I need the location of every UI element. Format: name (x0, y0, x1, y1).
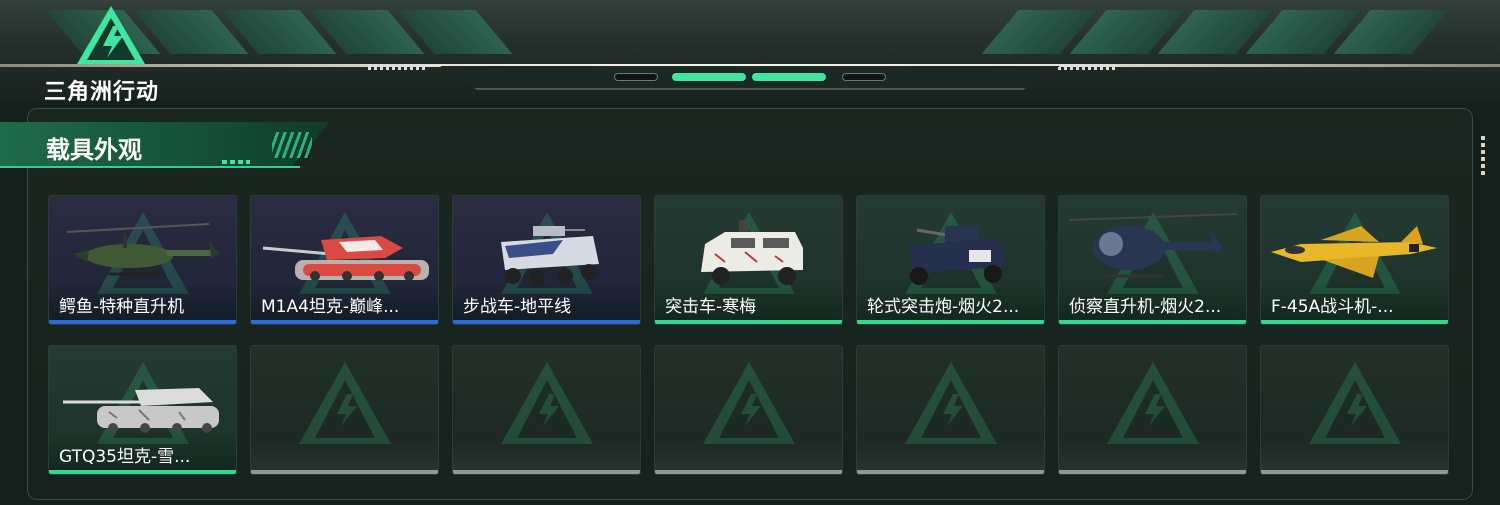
vehicle-card[interactable]: M1A4坦克-巅峰... (250, 195, 439, 325)
rarity-bar (857, 320, 1044, 324)
vehicle-name: 鳄鱼-特种直升机 (59, 297, 185, 317)
logo-text: 三角洲行动 (44, 80, 160, 105)
empty-slot[interactable] (452, 345, 641, 475)
vehicle-card[interactable]: 侦察直升机-烟火2... (1058, 195, 1247, 325)
vehicle-name: 侦察直升机-烟火2... (1069, 297, 1222, 317)
rarity-bar (1059, 320, 1246, 324)
page-indicator-2[interactable] (672, 73, 746, 81)
watermark-logo-icon (1308, 362, 1401, 444)
hud-ticks-left (368, 64, 428, 70)
hud-ticks-right (1058, 64, 1118, 70)
watermark-logo-icon (500, 362, 593, 444)
slot-bar (251, 470, 438, 474)
empty-slot[interactable] (856, 345, 1045, 475)
empty-slot[interactable] (250, 345, 439, 475)
vehicle-name: M1A4坦克-巅峰... (261, 297, 400, 317)
page-indicator-3[interactable] (752, 73, 826, 81)
vehicle-card[interactable]: F-45A战斗机-... (1260, 195, 1449, 325)
vehicle-card[interactable]: GTQ35坦克-雪... (48, 345, 237, 475)
vehicle-name: GTQ35坦克-雪... (59, 447, 191, 467)
slot-bar (1059, 470, 1246, 474)
slot-bar (655, 470, 842, 474)
hud-center-plate (440, 66, 1060, 90)
vehicle-name: 轮式突击炮-烟火2... (867, 297, 1020, 317)
slot-bar (1261, 470, 1448, 474)
empty-slot[interactable] (1260, 345, 1449, 475)
vehicle-name: F-45A战斗机-... (1271, 297, 1394, 317)
rarity-bar (251, 320, 438, 324)
empty-slot[interactable] (1058, 345, 1247, 475)
page-indicator-4[interactable] (842, 73, 886, 81)
empty-slot[interactable] (654, 345, 843, 475)
slot-bar (453, 470, 640, 474)
vehicle-name: 步战车-地平线 (463, 297, 572, 317)
rarity-bar (1261, 320, 1448, 324)
vehicle-name: 突击车-寒梅 (665, 297, 757, 317)
delta-force-logo-icon (77, 6, 145, 64)
watermark-logo-icon (1106, 362, 1199, 444)
slot-bar (857, 470, 1044, 474)
vehicle-card[interactable]: 突击车-寒梅 (654, 195, 843, 325)
rarity-bar (453, 320, 640, 324)
header-slash-decoration (272, 132, 312, 158)
watermark-logo-icon (298, 362, 391, 444)
rarity-bar (49, 470, 236, 474)
watermark-logo-icon (702, 362, 795, 444)
page-indicator-1[interactable] (614, 73, 658, 81)
rarity-bar (655, 320, 842, 324)
section-title: 载具外观 (46, 136, 142, 164)
vehicle-card[interactable]: 鳄鱼-特种直升机 (48, 195, 237, 325)
panel-side-indicator (1481, 136, 1485, 178)
vehicle-card[interactable]: 步战车-地平线 (452, 195, 641, 325)
hud-stripes-right (981, 10, 1449, 54)
header-mini-decoration (222, 160, 250, 164)
watermark-logo-icon (904, 362, 997, 444)
section-header-underline (0, 166, 300, 168)
rarity-bar (49, 320, 236, 324)
vehicle-card[interactable]: 轮式突击炮-烟火2... (856, 195, 1045, 325)
